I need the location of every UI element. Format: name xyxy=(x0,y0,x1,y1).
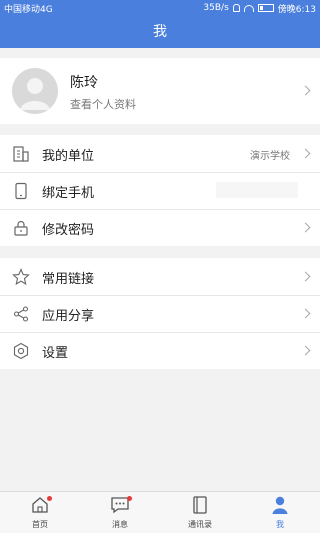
clock-text: 傍晚6:13 xyxy=(277,4,316,15)
menu-item-common-links[interactable]: 常用链接 xyxy=(0,258,320,295)
chevron-right-icon xyxy=(300,222,311,233)
phone-value-field xyxy=(216,182,298,198)
page-title: 我 xyxy=(153,24,167,40)
tab-bar: 首页 消息 通讯录 我 xyxy=(0,491,320,533)
status-bar: 中国移动4G 35B/s 傍晚6:13 xyxy=(0,0,320,16)
menu-item-app-share[interactable]: 应用分享 xyxy=(0,295,320,332)
chevron-right-icon xyxy=(300,85,311,96)
chevron-right-icon xyxy=(300,308,311,319)
gear-icon xyxy=(13,342,29,360)
avatar xyxy=(12,68,58,114)
badge-dot xyxy=(47,496,52,501)
contacts-icon xyxy=(193,496,207,514)
wifi-icon xyxy=(243,4,254,12)
menu-item-bind-phone[interactable]: 绑定手机 xyxy=(0,172,320,209)
menu-label: 应用分享 xyxy=(42,309,95,324)
profile-name: 陈玲 xyxy=(70,75,98,91)
menu-group-misc: 常用链接 应用分享 设置 xyxy=(0,258,320,369)
menu-label: 我的单位 xyxy=(42,149,95,164)
tab-home[interactable]: 首页 xyxy=(0,492,80,533)
profile-subtitle: 查看个人资料 xyxy=(70,98,136,111)
star-icon xyxy=(12,268,30,286)
menu-item-change-password[interactable]: 修改密码 xyxy=(0,209,320,246)
building-icon xyxy=(13,146,29,162)
lock-icon xyxy=(14,220,28,236)
menu-label: 修改密码 xyxy=(42,223,95,238)
menu-group-account: 我的单位 演示学校 绑定手机 修改密码 xyxy=(0,135,320,246)
phone-icon xyxy=(15,182,27,200)
tab-label: 消息 xyxy=(112,520,128,529)
person-icon xyxy=(272,496,288,514)
tab-contacts[interactable]: 通讯录 xyxy=(160,492,240,533)
tab-messages[interactable]: 消息 xyxy=(80,492,160,533)
badge-dot xyxy=(127,496,132,501)
chevron-right-icon xyxy=(300,271,311,282)
tab-label: 我 xyxy=(276,520,284,529)
mute-icon xyxy=(232,4,240,12)
battery-icon xyxy=(257,4,274,12)
status-right: 35B/s 傍晚6:13 xyxy=(203,2,316,15)
menu-label: 常用链接 xyxy=(42,272,95,287)
profile-card[interactable]: 陈玲 查看个人资料 xyxy=(0,58,320,124)
menu-item-unit[interactable]: 我的单位 演示学校 xyxy=(0,135,320,172)
unit-value: 演示学校 xyxy=(250,151,290,162)
tab-me[interactable]: 我 xyxy=(240,492,320,533)
carrier-text: 中国移动4G xyxy=(4,4,53,15)
net-speed-text: 35B/s xyxy=(203,3,229,13)
menu-label: 设置 xyxy=(42,346,69,361)
chevron-right-icon xyxy=(300,148,311,159)
chevron-right-icon xyxy=(300,345,311,356)
menu-item-settings[interactable]: 设置 xyxy=(0,332,320,369)
tab-label: 通讯录 xyxy=(188,520,212,529)
tab-label: 首页 xyxy=(32,520,48,529)
menu-label: 绑定手机 xyxy=(42,186,95,201)
share-icon xyxy=(13,306,29,322)
top-bar: 中国移动4G 35B/s 傍晚6:13 我 xyxy=(0,0,320,48)
